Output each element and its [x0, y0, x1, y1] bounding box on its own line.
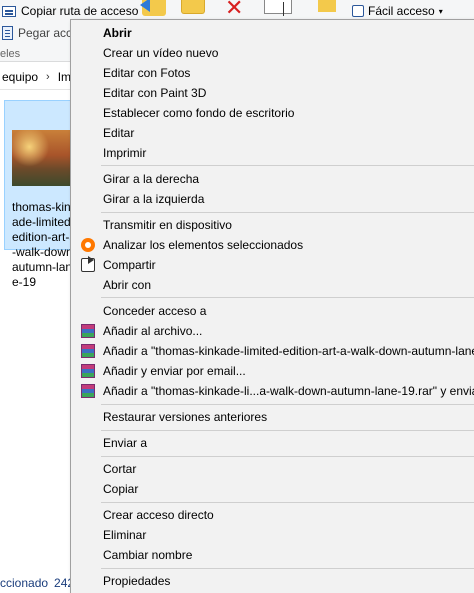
- menu-item-copiar[interactable]: Copiar: [71, 479, 474, 499]
- menu-item-label: Añadir a "thomas-kinkade-limited-edition…: [103, 344, 474, 358]
- menu-item-editar-paint3d[interactable]: Editar con Paint 3D: [71, 83, 474, 103]
- winrar-icon: [81, 384, 95, 398]
- menu-separator: [101, 297, 474, 298]
- menu-item-compartir[interactable]: Compartir: [71, 255, 474, 275]
- menu-item-editar-fotos[interactable]: Editar con Fotos: [71, 63, 474, 83]
- menu-item-label: Editar: [103, 126, 135, 140]
- menu-item-eliminar[interactable]: Eliminar: [71, 525, 474, 545]
- menu-item-imprimir[interactable]: Imprimir: [71, 143, 474, 163]
- menu-item-girar-derecha[interactable]: Girar a la derecha: [71, 169, 474, 189]
- delete-icon[interactable]: ✕: [225, 0, 243, 19]
- menu-item-editar[interactable]: Editar: [71, 123, 474, 143]
- menu-item-label: Abrir: [103, 26, 132, 40]
- menu-item-propiedades[interactable]: Propiedades: [71, 571, 474, 591]
- menu-item-label: Añadir a "thomas-kinkade-li...a-walk-dow…: [103, 384, 474, 398]
- menu-item-label: Analizar los elementos seleccionados: [103, 238, 304, 252]
- menu-separator: [101, 568, 474, 569]
- menu-separator: [101, 456, 474, 457]
- menu-item-label: Transmitir en dispositivo: [103, 218, 232, 232]
- winrar-icon: [81, 324, 95, 338]
- menu-item-cambiar-nombre[interactable]: Cambiar nombre: [71, 545, 474, 565]
- menu-item-transmitir[interactable]: Transmitir en dispositivo: [71, 215, 474, 235]
- selected-file-item[interactable]: thomas-kinkade-limited-edition-art-a-wal…: [4, 100, 77, 289]
- menu-item-restaurar-versiones[interactable]: Restaurar versiones anteriores: [71, 407, 474, 427]
- menu-item-label: Imprimir: [103, 146, 147, 160]
- menu-item-label: Abrir con: [103, 278, 152, 292]
- menu-item-label: Añadir al archivo...: [103, 324, 203, 338]
- menu-item-label: Compartir: [103, 258, 156, 272]
- breadcrumb-separator: ›: [46, 70, 50, 83]
- menu-item-label: Restaurar versiones anteriores: [103, 410, 268, 424]
- menu-item-anadir-rar[interactable]: Añadir a "thomas-kinkade-limited-edition…: [71, 341, 474, 361]
- menu-item-anadir-rar-email[interactable]: Añadir a "thomas-kinkade-li...a-walk-dow…: [71, 381, 474, 401]
- menu-item-abrir[interactable]: Abrir: [71, 23, 474, 43]
- menu-item-analizar[interactable]: Analizar los elementos seleccionados: [71, 235, 474, 255]
- ribbon-group-label: eles: [0, 48, 21, 60]
- file-name: thomas-kinkade-limited-edition-art-a-wal…: [12, 200, 77, 289]
- copy-path-label: Copiar ruta de acceso: [21, 4, 139, 18]
- easy-access-icon: [352, 5, 364, 17]
- paste-shortcut-icon: [2, 26, 13, 40]
- menu-item-label: Editar con Paint 3D: [103, 86, 207, 100]
- winrar-icon: [81, 364, 95, 378]
- menu-item-label: Cambiar nombre: [103, 548, 193, 562]
- menu-separator: [101, 212, 474, 213]
- menu-item-label: Eliminar: [103, 528, 147, 542]
- easy-access-button[interactable]: Fácil acceso ▾: [352, 4, 443, 18]
- menu-item-anadir-email[interactable]: Añadir y enviar por email...: [71, 361, 474, 381]
- menu-item-label: Girar a la derecha: [103, 172, 200, 186]
- move-to-icon[interactable]: [140, 0, 166, 16]
- new-folder-icon[interactable]: [181, 0, 205, 14]
- menu-item-label: Conceder acceso a: [103, 304, 207, 318]
- menu-separator: [101, 502, 474, 503]
- menu-item-label: Enviar a: [103, 436, 148, 450]
- menu-item-anadir-archivo[interactable]: Añadir al archivo...: [71, 321, 474, 341]
- copy-path-icon: [2, 5, 16, 17]
- rename-icon[interactable]: [264, 0, 292, 16]
- copy-path-button[interactable]: Copiar ruta de acceso: [2, 4, 138, 18]
- chevron-down-icon: ▾: [438, 6, 443, 16]
- menu-item-label: Editar con Fotos: [103, 66, 191, 80]
- properties-folder-icon[interactable]: [318, 0, 336, 12]
- menu-item-girar-izquierda[interactable]: Girar a la izquierda: [71, 189, 474, 209]
- menu-item-fondo-escritorio[interactable]: Establecer como fondo de escritorio: [71, 103, 474, 123]
- menu-item-cortar[interactable]: Cortar: [71, 459, 474, 479]
- menu-item-label: Copiar: [103, 482, 139, 496]
- menu-item-label: Girar a la izquierda: [103, 192, 205, 206]
- menu-item-label: Cortar: [103, 462, 137, 476]
- menu-item-abrir-con[interactable]: Abrir con: [71, 275, 474, 295]
- menu-separator: [101, 430, 474, 431]
- context-menu: Abrir Crear un vídeo nuevo Editar con Fo…: [70, 19, 474, 593]
- menu-item-label: Crear un vídeo nuevo: [103, 46, 219, 60]
- menu-item-crear-video[interactable]: Crear un vídeo nuevo: [71, 43, 474, 63]
- menu-item-enviar-a[interactable]: Enviar a: [71, 433, 474, 453]
- share-icon: [81, 256, 95, 272]
- easy-access-label: Fácil acceso: [368, 4, 435, 18]
- menu-separator: [101, 404, 474, 405]
- menu-item-label: Establecer como fondo de escritorio: [103, 106, 295, 120]
- winrar-icon: [81, 344, 95, 358]
- avast-icon: [81, 238, 95, 252]
- menu-separator: [101, 165, 474, 166]
- menu-item-label: Propiedades: [103, 574, 171, 588]
- menu-item-crear-acceso-directo[interactable]: Crear acceso directo: [71, 505, 474, 525]
- menu-item-label: Crear acceso directo: [103, 508, 214, 522]
- menu-item-conceder-acceso[interactable]: Conceder acceso a: [71, 301, 474, 321]
- menu-item-label: Añadir y enviar por email...: [103, 364, 246, 378]
- breadcrumb-equipo[interactable]: equipo: [2, 70, 38, 84]
- image-thumbnail: [12, 130, 70, 186]
- status-selected-text: ccionado: [0, 576, 49, 590]
